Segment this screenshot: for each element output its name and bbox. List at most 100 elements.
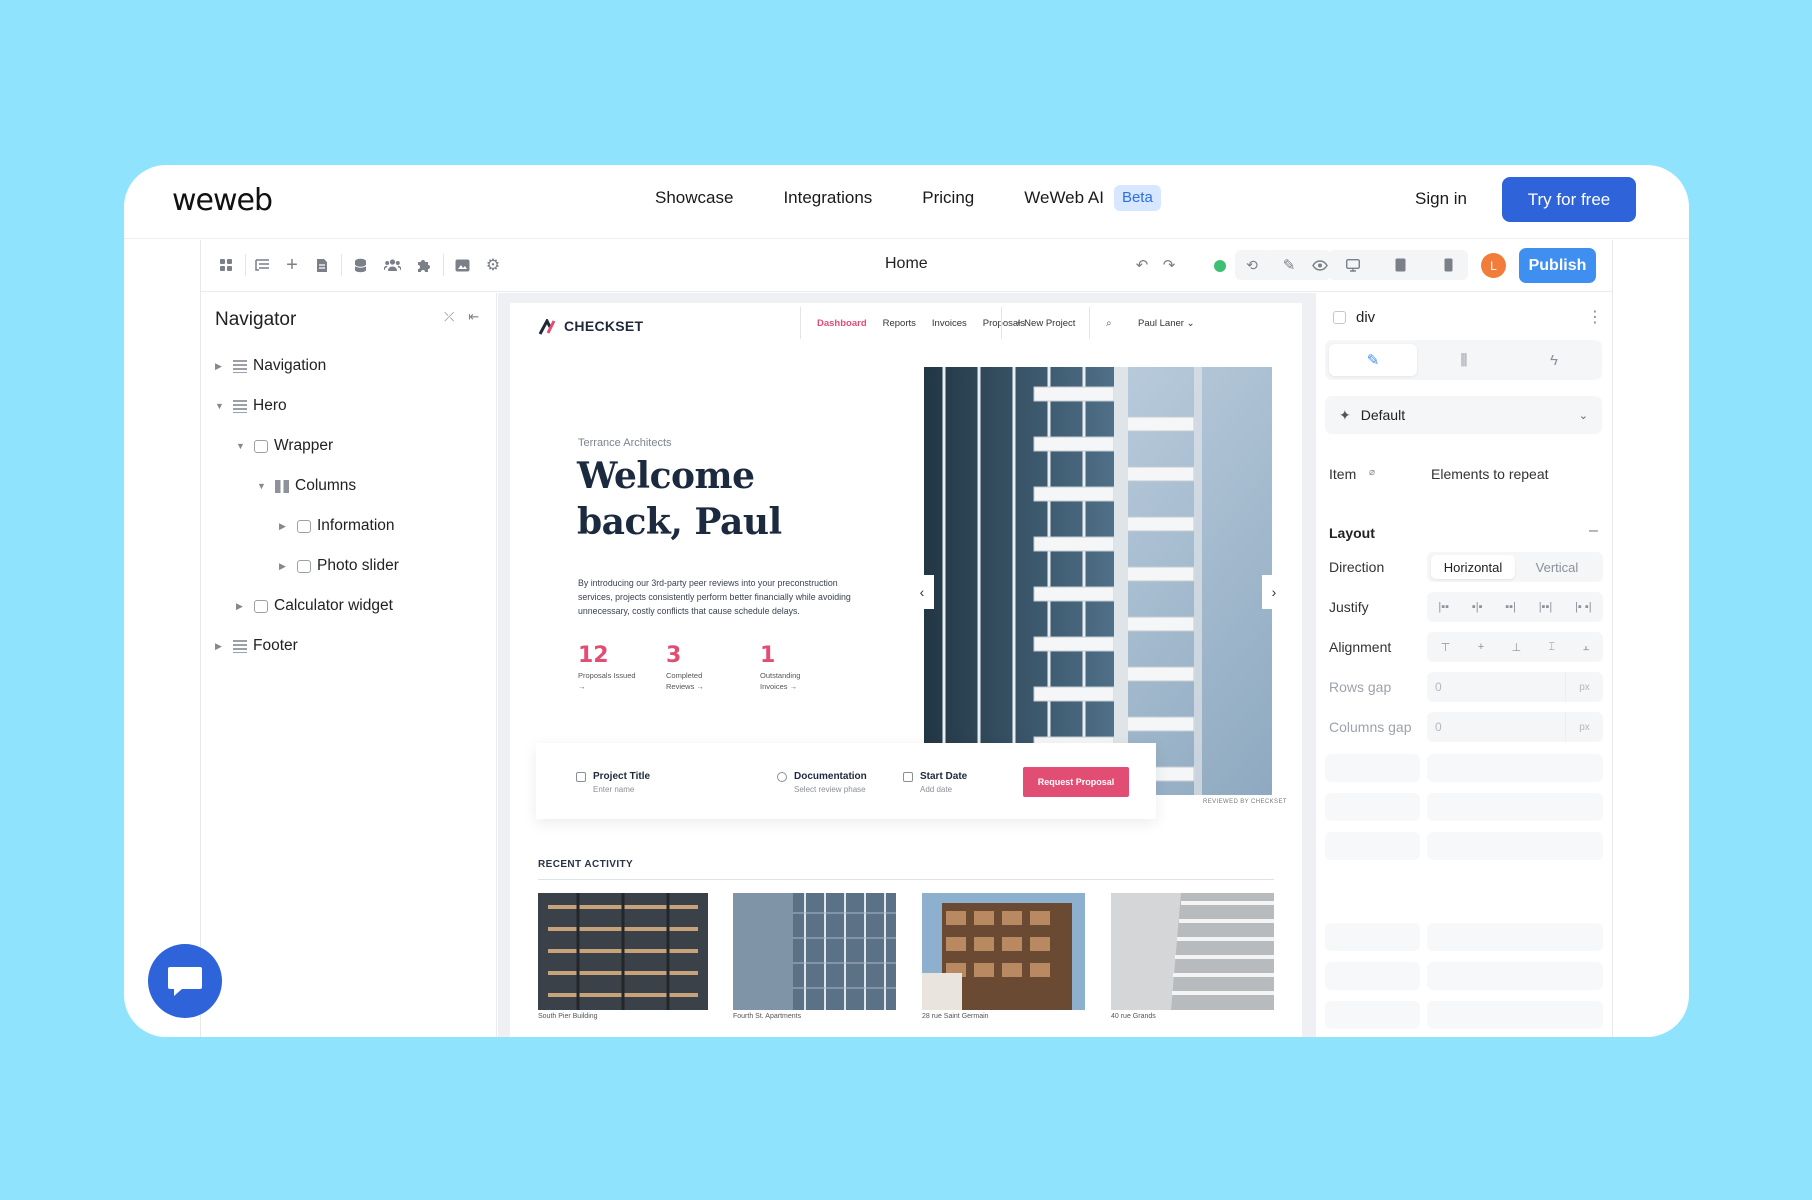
slider-next-icon[interactable]: ›	[1262, 575, 1286, 609]
stat-proposals[interactable]: 12 Proposals Issued →	[578, 643, 638, 692]
redo-icon[interactable]: ↷	[1158, 254, 1180, 276]
publish-button[interactable]: Publish	[1519, 248, 1596, 283]
caret-right-icon[interactable]: ▶	[279, 521, 293, 532]
site-header: weweb Showcase Integrations Pricing WeWe…	[124, 165, 1689, 239]
pencil-icon[interactable]: ✎	[1278, 254, 1300, 276]
undo-icon[interactable]: ↶	[1131, 254, 1153, 276]
chat-support-button[interactable]	[148, 944, 222, 1018]
weweb-logo[interactable]: weweb	[172, 183, 273, 218]
database-icon[interactable]	[349, 254, 371, 276]
sign-in-link[interactable]: Sign in	[1415, 189, 1467, 209]
justify-start-icon[interactable]: |▪▪	[1438, 601, 1449, 613]
checkset-logo[interactable]: CHECKSET	[538, 317, 643, 335]
nav-showcase[interactable]: Showcase	[655, 183, 733, 213]
unit-label[interactable]: px	[1565, 712, 1603, 742]
settings-gear-icon[interactable]: ⚙	[482, 254, 504, 276]
checkset-nav-reports[interactable]: Reports	[883, 318, 916, 329]
nav-integrations[interactable]: Integrations	[783, 183, 872, 213]
mobile-icon[interactable]	[1437, 254, 1459, 276]
close-panel-icon[interactable]: ⇤	[468, 309, 479, 325]
tree-item-photo-slider[interactable]: ▶ Photo slider	[279, 554, 399, 578]
tablet-icon[interactable]	[1389, 254, 1411, 276]
search-icon[interactable]: ⌕	[1106, 318, 1112, 329]
justify-center-icon[interactable]: ▪|▪	[1472, 601, 1483, 613]
align-baseline-icon[interactable]: ⫠	[1583, 641, 1590, 654]
recent-thumb-3[interactable]	[922, 893, 1085, 1010]
workflows-tab-bolt-icon[interactable]: ϟ	[1510, 344, 1598, 376]
caret-right-icon[interactable]: ▶	[215, 361, 229, 372]
tree-item-information[interactable]: ▶ Information	[279, 514, 395, 538]
field-placeholder: Add date	[920, 785, 953, 794]
nav-pricing[interactable]: Pricing	[922, 183, 974, 213]
collapse-all-icon[interactable]: ⤫	[444, 309, 454, 325]
checkset-nav-dashboard[interactable]: Dashboard	[817, 318, 867, 329]
tree-item-calculator-widget[interactable]: ▶ Calculator widget	[236, 594, 393, 618]
item-value[interactable]: Elements to repeat	[1431, 466, 1549, 482]
hero-building-image	[924, 367, 1272, 795]
tree-item-wrapper[interactable]: ▼ Wrapper	[236, 434, 333, 458]
tree-list-icon[interactable]	[251, 254, 273, 276]
recent-thumb-2[interactable]	[733, 893, 896, 1010]
users-icon[interactable]	[381, 254, 403, 276]
editor-canvas[interactable]: CHECKSET Dashboard Reports Invoices Prop…	[498, 293, 1316, 1037]
media-icon[interactable]	[451, 254, 473, 276]
more-options-icon[interactable]: ⋮	[1587, 307, 1603, 327]
justify-between-icon[interactable]: |▪▪|	[1539, 601, 1553, 613]
collapse-section-icon[interactable]: –	[1589, 522, 1598, 540]
project-title-field[interactable]: Project Title Enter name	[576, 771, 650, 794]
slider-prev-icon[interactable]: ‹	[910, 575, 934, 609]
align-bottom-icon[interactable]: ⊥	[1512, 641, 1522, 654]
try-for-free-button[interactable]: Try for free	[1502, 177, 1636, 222]
stat-invoices[interactable]: 1 Outstanding Invoices →	[760, 643, 820, 692]
rows-gap-input[interactable]: 0 px	[1427, 672, 1603, 702]
tree-item-footer[interactable]: ▶ Footer	[215, 634, 298, 658]
columns-gap-input[interactable]: 0 px	[1427, 712, 1603, 742]
new-project-link[interactable]: + New Project	[1001, 307, 1091, 339]
preview-page: CHECKSET Dashboard Reports Invoices Prop…	[510, 303, 1302, 1037]
box-icon	[297, 519, 311, 533]
tree-item-navigation[interactable]: ▶ Navigation	[215, 354, 326, 378]
element-checkbox[interactable]	[1333, 311, 1346, 324]
caret-down-icon[interactable]: ▼	[257, 481, 271, 491]
style-tab-edit-icon[interactable]: ✎	[1329, 344, 1417, 376]
direction-horizontal[interactable]: Horizontal	[1431, 555, 1515, 579]
caret-right-icon[interactable]: ▶	[279, 561, 293, 572]
align-center-icon[interactable]: +	[1478, 641, 1484, 653]
navigator-actions: ⤫ ⇤	[444, 309, 479, 325]
add-icon[interactable]: +	[281, 254, 303, 276]
justify-around-icon[interactable]: |▪ ▪|	[1575, 601, 1592, 613]
documentation-field[interactable]: Documentation Select review phase	[777, 771, 867, 794]
recent-thumb-4[interactable]	[1111, 893, 1274, 1010]
justify-options: |▪▪ ▪|▪ ▪▪| |▪▪| |▪ ▪|	[1427, 592, 1603, 622]
caret-right-icon[interactable]: ▶	[236, 601, 250, 612]
plugin-puzzle-icon[interactable]	[412, 254, 434, 276]
user-avatar[interactable]: L	[1481, 253, 1506, 278]
desktop-icon[interactable]	[1342, 254, 1364, 276]
stat-reviews[interactable]: 3 Completed Reviews →	[666, 643, 726, 692]
request-proposal-button[interactable]: Request Proposal	[1023, 767, 1129, 797]
nav-weweb-ai[interactable]: WeWeb AI	[1024, 183, 1104, 213]
current-page-name[interactable]: Home	[885, 255, 928, 273]
caret-down-icon[interactable]: ▼	[215, 401, 229, 411]
layout-section-title[interactable]: Layout	[1329, 525, 1375, 541]
apps-grid-icon[interactable]	[215, 254, 237, 276]
recent-thumb-1[interactable]	[538, 893, 708, 1010]
align-top-icon[interactable]: ⊤	[1441, 641, 1451, 654]
rows-gap-value: 0	[1435, 680, 1442, 694]
align-stretch-icon[interactable]: ⌶	[1549, 641, 1556, 654]
checkset-nav-invoices[interactable]: Invoices	[932, 318, 967, 329]
placeholder-row	[1325, 832, 1420, 860]
bind-icon[interactable]: ⌀	[1369, 467, 1375, 478]
start-date-field[interactable]: Start Date Add date	[903, 771, 967, 794]
unit-label[interactable]: px	[1565, 672, 1603, 702]
settings-tab-sliders-icon[interactable]: ⫼	[1420, 344, 1508, 376]
page-icon[interactable]	[311, 254, 333, 276]
user-menu[interactable]: Paul Laner ⌄	[1138, 318, 1195, 329]
state-selector[interactable]: ✦ Default ⌄	[1325, 396, 1602, 434]
caret-down-icon[interactable]: ▼	[236, 441, 250, 451]
direction-vertical[interactable]: Vertical	[1515, 555, 1599, 579]
caret-right-icon[interactable]: ▶	[215, 641, 229, 652]
justify-end-icon[interactable]: ▪▪|	[1505, 601, 1516, 613]
tree-item-columns[interactable]: ▼ Columns	[257, 474, 356, 498]
tree-item-hero[interactable]: ▼ Hero	[215, 394, 287, 418]
